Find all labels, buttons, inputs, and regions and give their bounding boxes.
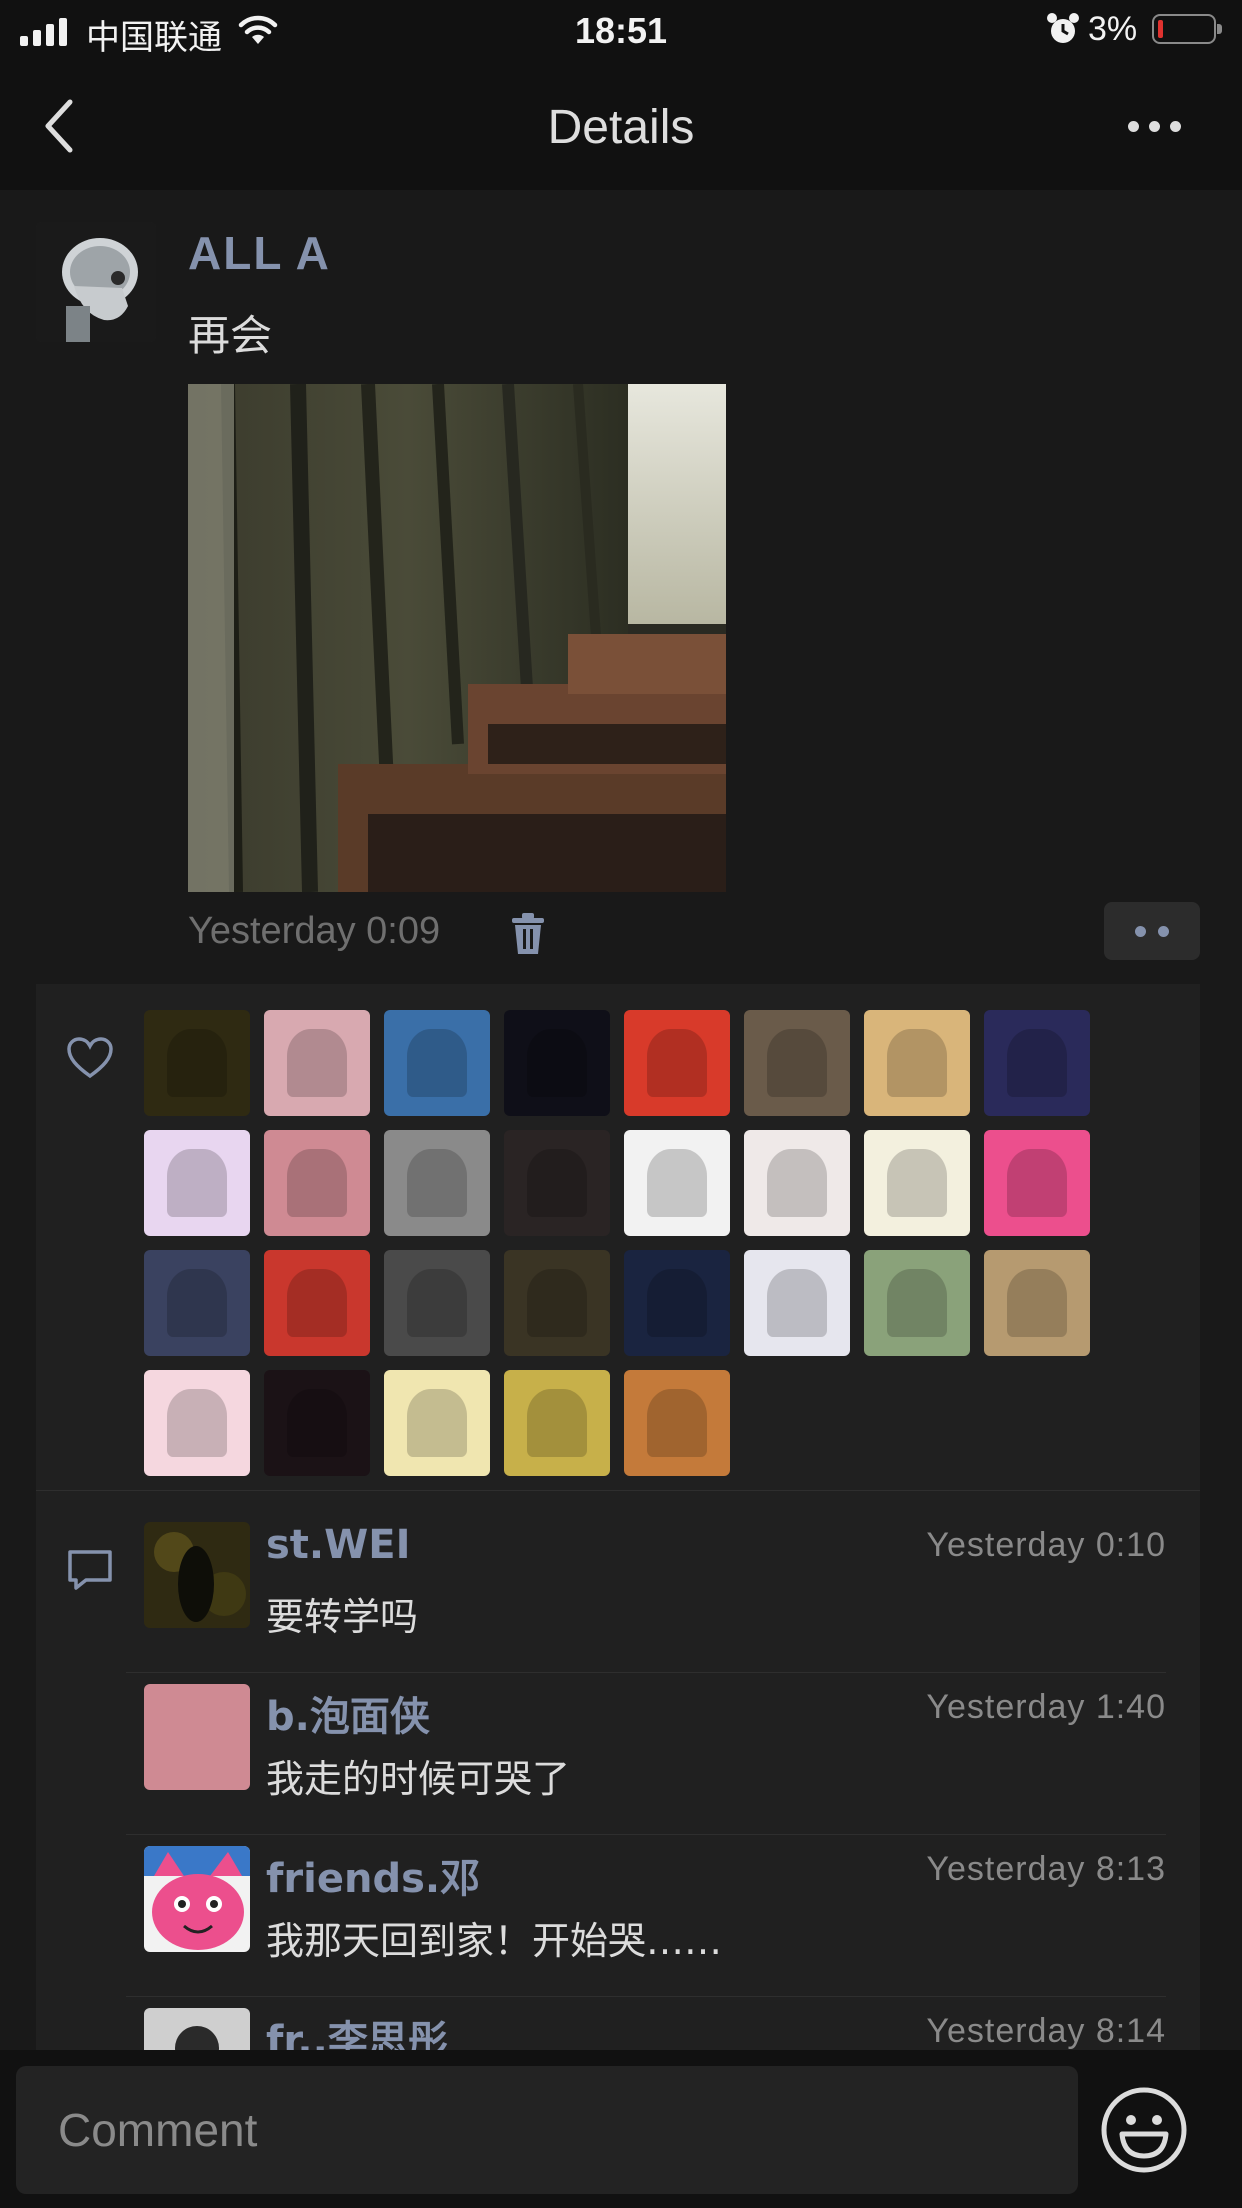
avatar[interactable] <box>144 1522 250 1628</box>
avatar[interactable] <box>864 1130 970 1236</box>
comment-text: 要转学吗 <box>266 1595 419 1639</box>
comment-author[interactable]: fr..李思彤 <box>266 2008 448 2050</box>
comment-bubble-icon <box>68 1550 112 1590</box>
comment-author[interactable]: b.泡面侠 <box>266 1684 430 1742</box>
avatar[interactable] <box>624 1250 730 1356</box>
alarm-icon <box>1047 13 1079 43</box>
avatar[interactable] <box>504 1370 610 1476</box>
avatar[interactable] <box>264 1130 370 1236</box>
comment-time: Yesterday 8:13 <box>926 1850 1166 1888</box>
avatar[interactable] <box>744 1250 850 1356</box>
comment-time: Yesterday 0:10 <box>926 1526 1166 1564</box>
avatar[interactable] <box>744 1130 850 1236</box>
comment-item[interactable]: st.WEI Yesterday 0:10 要转学吗 <box>126 1522 1200 1684</box>
comment-time: Yesterday 8:14 <box>926 2012 1166 2050</box>
avatar[interactable] <box>984 1130 1090 1236</box>
divider <box>36 1490 1200 1491</box>
page-title: Details <box>547 101 695 154</box>
avatar[interactable] <box>144 1370 250 1476</box>
avatar[interactable] <box>384 1010 490 1116</box>
avatar[interactable] <box>144 2008 250 2050</box>
comment-input[interactable] <box>16 2066 1078 2194</box>
avatar[interactable] <box>384 1250 490 1356</box>
avatar[interactable] <box>864 1010 970 1116</box>
comment-author[interactable]: st.WEI <box>266 1522 410 1568</box>
avatar[interactable] <box>264 1250 370 1356</box>
avatar[interactable] <box>984 1010 1090 1116</box>
status-bar: 中国联通 18:51 3% <box>0 0 1242 64</box>
trash-icon[interactable] <box>510 912 546 956</box>
divider <box>126 1834 1166 1835</box>
avatar[interactable] <box>384 1130 490 1236</box>
more-dots-icon[interactable] <box>1128 114 1188 138</box>
avatar[interactable] <box>36 222 156 342</box>
avatar[interactable] <box>144 1130 250 1236</box>
avatar[interactable] <box>144 1010 250 1116</box>
comment-item[interactable]: fr..李思彤 Yesterday 8:14 <box>144 2008 1200 2050</box>
divider <box>126 1672 1166 1673</box>
avatar[interactable] <box>624 1010 730 1116</box>
avatar[interactable] <box>504 1130 610 1236</box>
divider <box>126 1996 1166 1997</box>
post-actions-button[interactable] <box>1104 902 1200 960</box>
avatar[interactable] <box>144 1846 250 1952</box>
nav-bar: Details <box>0 64 1242 190</box>
post-detail: ALL A 再会 Yesterday 0:09 st.WEI Yesterday… <box>0 190 1242 2050</box>
likes-and-comments-panel: st.WEI Yesterday 0:10 要转学吗 b.泡面侠 Yesterd… <box>36 984 1200 2050</box>
comment-item[interactable]: friends.邓 Yesterday 8:13 我那天回到家！开始哭…… <box>126 1846 1200 2008</box>
avatar[interactable] <box>144 1684 250 1790</box>
avatar[interactable] <box>984 1250 1090 1356</box>
comment-text: 我那天回到家！开始哭…… <box>266 1919 723 1963</box>
smiley-face-icon[interactable] <box>1100 2086 1188 2174</box>
comment-bar <box>0 2050 1242 2208</box>
comment-text: 我走的时候可哭了 <box>266 1757 571 1801</box>
battery-icon <box>1152 14 1222 44</box>
avatar[interactable] <box>504 1010 610 1116</box>
avatar[interactable] <box>624 1370 730 1476</box>
avatar[interactable] <box>744 1010 850 1116</box>
comment-time: Yesterday 1:40 <box>926 1688 1166 1726</box>
comment-author[interactable]: friends.邓 <box>266 1846 480 1904</box>
avatar[interactable] <box>504 1250 610 1356</box>
comment-item[interactable]: b.泡面侠 Yesterday 1:40 我走的时候可哭了 <box>126 1684 1200 1846</box>
avatar[interactable] <box>624 1130 730 1236</box>
avatar[interactable] <box>264 1010 370 1116</box>
avatar[interactable] <box>384 1370 490 1476</box>
post-text: 再会 <box>188 311 273 360</box>
heart-outline-icon <box>67 1037 113 1079</box>
avatar[interactable] <box>144 1250 250 1356</box>
battery-percent: 3% <box>1088 10 1138 48</box>
post-timestamp: Yesterday 0:09 <box>188 910 441 952</box>
avatar[interactable] <box>264 1370 370 1476</box>
post-image[interactable] <box>188 384 726 892</box>
post-author-name[interactable]: ALL A <box>188 226 331 280</box>
avatar[interactable] <box>864 1250 970 1356</box>
